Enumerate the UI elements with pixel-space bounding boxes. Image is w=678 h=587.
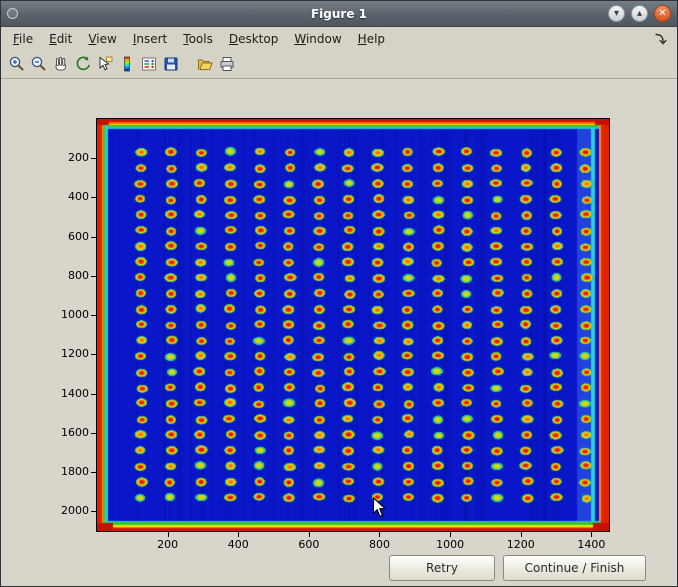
x-tick-label: 1200 xyxy=(501,538,541,551)
menu-tools[interactable]: Tools xyxy=(175,29,221,49)
y-tick-label: 1600 xyxy=(45,426,89,439)
save-icon[interactable] xyxy=(160,53,182,75)
menu-help[interactable]: Help xyxy=(350,29,393,49)
y-tick-mark xyxy=(91,394,96,395)
menu-view[interactable]: View xyxy=(80,29,124,49)
zoom-out-icon[interactable] xyxy=(28,53,50,75)
x-tick-mark xyxy=(521,532,522,537)
data-cursor-icon[interactable] xyxy=(94,53,116,75)
titlebar[interactable]: Figure 1 ▾ ▴ ✕ xyxy=(1,1,677,27)
y-tick-label: 1800 xyxy=(45,465,89,478)
maximize-button[interactable]: ▴ xyxy=(631,5,648,22)
menu-desktop[interactable]: Desktop xyxy=(221,29,287,49)
y-tick-label: 600 xyxy=(45,230,89,243)
plot-axes[interactable] xyxy=(96,118,610,532)
x-tick-mark xyxy=(309,532,310,537)
window-title: Figure 1 xyxy=(1,7,677,21)
pan-icon[interactable] xyxy=(50,53,72,75)
y-tick-label: 1200 xyxy=(45,347,89,360)
toolbar-separator xyxy=(182,53,194,75)
x-tick-mark xyxy=(168,532,169,537)
y-tick-label: 1400 xyxy=(45,387,89,400)
y-tick-mark xyxy=(91,511,96,512)
x-tick-mark xyxy=(238,532,239,537)
y-tick-mark xyxy=(91,315,96,316)
menubar: File Edit View Insert Tools Desktop Wind… xyxy=(1,27,677,50)
rotate-3d-icon[interactable] xyxy=(72,53,94,75)
close-button[interactable]: ✕ xyxy=(654,5,671,22)
print-icon[interactable] xyxy=(216,53,238,75)
figure-client-area: 200 400 600 800 1000 1200 1400 1600 1800 2000 200 4… xyxy=(1,79,677,587)
menu-file[interactable]: File xyxy=(5,29,41,49)
toolbar xyxy=(1,50,677,79)
x-tick-label: 200 xyxy=(148,538,188,551)
y-tick-label: 800 xyxy=(45,269,89,282)
menu-window[interactable]: Window xyxy=(286,29,349,49)
y-tick-mark xyxy=(91,237,96,238)
y-tick-label: 2000 xyxy=(45,504,89,517)
x-tick-label: 800 xyxy=(359,538,399,551)
y-tick-mark xyxy=(91,354,96,355)
y-tick-label: 400 xyxy=(45,190,89,203)
shade-button[interactable]: ▾ xyxy=(608,5,625,22)
menu-insert[interactable]: Insert xyxy=(125,29,175,49)
y-tick-mark xyxy=(91,433,96,434)
y-tick-mark xyxy=(91,472,96,473)
x-tick-mark xyxy=(591,532,592,537)
menu-edit[interactable]: Edit xyxy=(41,29,80,49)
legend-icon[interactable] xyxy=(138,53,160,75)
dock-figure-icon[interactable] xyxy=(647,30,673,48)
continue-finish-button[interactable]: Continue / Finish xyxy=(503,555,646,581)
y-tick-mark xyxy=(91,276,96,277)
window-menu-icon[interactable] xyxy=(7,8,18,19)
open-icon[interactable] xyxy=(194,53,216,75)
y-tick-label: 1000 xyxy=(45,308,89,321)
zoom-in-icon[interactable] xyxy=(6,53,28,75)
y-tick-label: 200 xyxy=(45,151,89,164)
retry-button[interactable]: Retry xyxy=(389,555,495,581)
x-tick-mark xyxy=(379,532,380,537)
figure-window: Figure 1 ▾ ▴ ✕ File Edit View Insert Too… xyxy=(0,0,678,587)
x-tick-label: 600 xyxy=(289,538,329,551)
x-tick-mark xyxy=(450,532,451,537)
microarray-image[interactable] xyxy=(97,119,609,531)
x-tick-label: 1400 xyxy=(571,538,611,551)
x-tick-label: 400 xyxy=(218,538,258,551)
y-tick-mark xyxy=(91,158,96,159)
y-tick-mark xyxy=(91,197,96,198)
x-tick-label: 1000 xyxy=(430,538,470,551)
titlebar-buttons: ▾ ▴ ✕ xyxy=(608,5,671,22)
colorbar-icon[interactable] xyxy=(116,53,138,75)
